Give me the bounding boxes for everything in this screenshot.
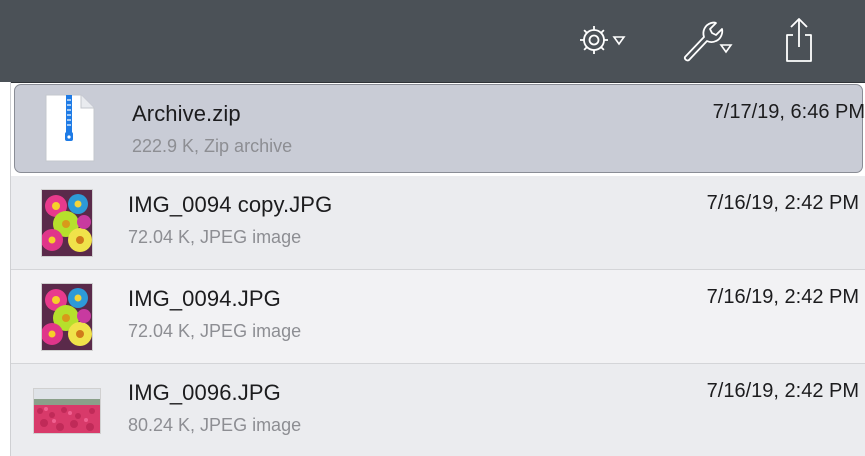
file-name: IMG_0094.JPG <box>128 286 281 311</box>
file-date: 7/16/19, 2:42 PM <box>706 380 859 402</box>
jpeg-thumbnail <box>33 388 101 434</box>
file-row-archive-zip[interactable]: Archive.zip 222.9 K, Zip archive 7/17/19… <box>14 84 865 173</box>
zip-archive-icon <box>45 94 95 162</box>
file-date: 7/16/19, 2:42 PM <box>706 192 859 214</box>
file-date: 7/16/19, 2:42 PM <box>706 286 859 308</box>
file-row-img-0094[interactable]: IMG_0094.JPG 72.04 K, JPEG image 7/16/19… <box>11 270 865 364</box>
share-button[interactable] <box>774 16 824 64</box>
share-icon <box>786 18 812 62</box>
jpeg-thumbnail <box>41 283 93 351</box>
toolbar <box>0 0 865 83</box>
gear-icon <box>580 26 626 54</box>
wrench-icon <box>683 21 733 62</box>
settings-menu-button[interactable] <box>572 16 632 64</box>
file-row-img-0094-copy[interactable]: IMG_0094 copy.JPG 72.04 K, JPEG image 7/… <box>11 176 865 270</box>
file-row-img-0096[interactable]: IMG_0096.JPG 80.24 K, JPEG image 7/16/19… <box>11 364 865 456</box>
file-list: Archive.zip 222.9 K, Zip archive 7/17/19… <box>11 83 865 456</box>
file-name: IMG_0094 copy.JPG <box>128 192 333 217</box>
sidebar-edge <box>0 82 11 456</box>
jpeg-thumbnail <box>41 189 93 257</box>
file-name: IMG_0096.JPG <box>128 380 281 405</box>
file-meta: 80.24 K, JPEG image <box>128 415 302 435</box>
file-date: 7/17/19, 6:46 PM <box>712 101 865 123</box>
file-browser-window: Archive.zip 222.9 K, Zip archive 7/17/19… <box>0 0 865 456</box>
file-name: Archive.zip <box>132 101 241 126</box>
file-meta: 72.04 K, JPEG image <box>128 227 302 247</box>
file-meta: 72.04 K, JPEG image <box>128 321 302 341</box>
file-meta: 222.9 K, Zip archive <box>132 136 293 156</box>
tools-menu-button[interactable] <box>676 16 736 64</box>
